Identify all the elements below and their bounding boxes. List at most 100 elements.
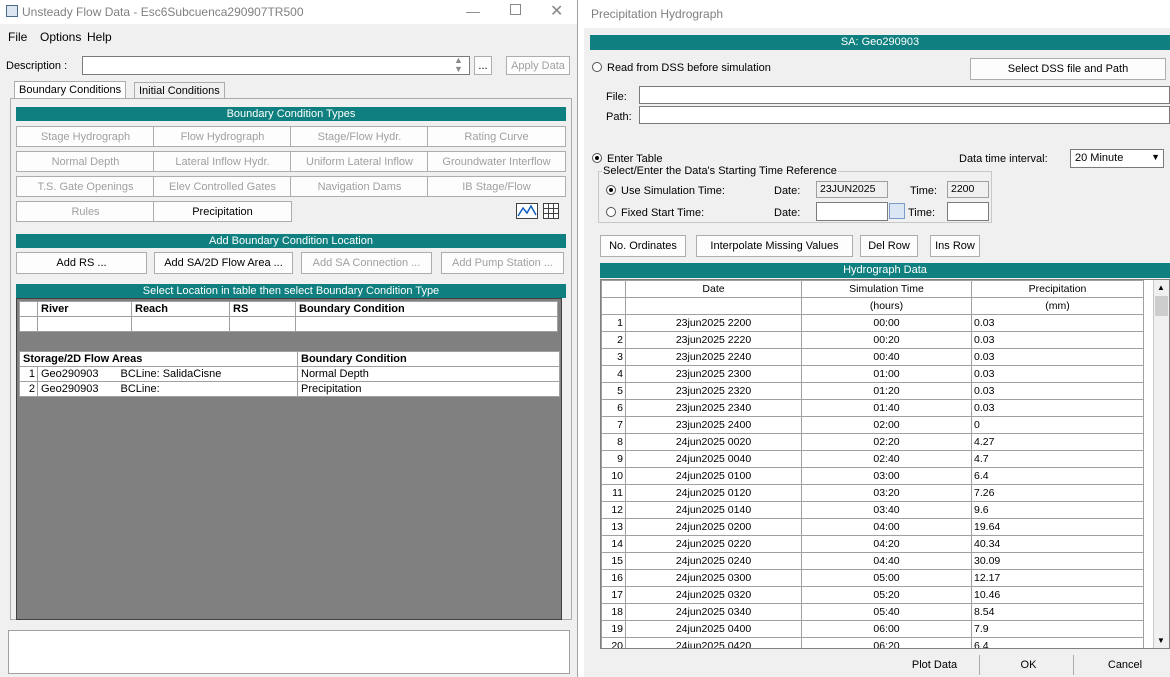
- fixed-date-input[interactable]: [816, 202, 888, 221]
- ok-button[interactable]: OK: [984, 655, 1074, 675]
- uniform-lateral-inflow-button[interactable]: Uniform Lateral Inflow: [290, 151, 429, 172]
- menu-help[interactable]: Help: [87, 30, 112, 44]
- interval-select[interactable]: 20 Minute ▼: [1070, 149, 1164, 168]
- grid-scrollbar[interactable]: ▲ ▼: [1153, 280, 1169, 648]
- table-row[interactable]: 7 23jun2025 2400 02:00 0: [601, 416, 1144, 434]
- precipitation-cell[interactable]: 0.03: [971, 314, 1144, 332]
- normal-depth-button[interactable]: Normal Depth: [16, 151, 155, 172]
- table-row[interactable]: 1 Geo290903 BCLine: SalidaCisne Normal D…: [19, 366, 560, 382]
- ib-stage-flow-button[interactable]: IB Stage/Flow: [427, 176, 566, 197]
- description-input[interactable]: [82, 56, 470, 75]
- table-grid-icon[interactable]: [543, 203, 559, 219]
- table-row[interactable]: 15 24jun2025 0240 04:40 30.09: [601, 552, 1144, 570]
- plot-data-button[interactable]: Plot Data: [890, 655, 980, 675]
- precipitation-cell[interactable]: 30.09: [971, 552, 1144, 570]
- precipitation-cell[interactable]: 0.03: [971, 399, 1144, 417]
- ins-row-button[interactable]: Ins Row: [930, 235, 980, 257]
- add-sa-2d-flow-area-button[interactable]: Add SA/2D Flow Area ...: [154, 252, 293, 274]
- no-ordinates-button[interactable]: No. Ordinates: [600, 235, 686, 257]
- fixed-time-input[interactable]: [947, 202, 989, 221]
- precipitation-cell[interactable]: 0.03: [971, 382, 1144, 400]
- precipitation-cell[interactable]: 9.6: [971, 501, 1144, 519]
- tab-boundary-conditions[interactable]: Boundary Conditions: [14, 81, 127, 98]
- spin-arrows-icon[interactable]: ▲ ▼: [454, 56, 463, 74]
- precipitation-cell[interactable]: 12.17: [971, 569, 1144, 587]
- flow-hydrograph-button[interactable]: Flow Hydrograph: [153, 126, 292, 147]
- scroll-up-icon[interactable]: ▲: [1157, 283, 1165, 292]
- scroll-thumb[interactable]: [1155, 296, 1168, 316]
- cancel-button[interactable]: Cancel: [1080, 655, 1170, 675]
- select-dss-button[interactable]: Select DSS file and Path: [970, 58, 1166, 80]
- add-sa-connection-button[interactable]: Add SA Connection ...: [301, 252, 432, 274]
- read-dss-option[interactable]: Read from DSS before simulation: [592, 62, 771, 74]
- precipitation-cell[interactable]: 10.46: [971, 586, 1144, 604]
- stage-hydrograph-button[interactable]: Stage Hydrograph: [16, 126, 155, 147]
- plot-chart-icon[interactable]: [516, 203, 538, 219]
- elev-controlled-gates-button[interactable]: Elev Controlled Gates: [153, 176, 292, 197]
- table-row[interactable]: 14 24jun2025 0220 04:20 40.34: [601, 535, 1144, 553]
- close-icon[interactable]: ✕: [550, 1, 563, 21]
- menu-options[interactable]: Options: [40, 30, 81, 44]
- precipitation-cell[interactable]: 6.4: [971, 637, 1144, 648]
- read-dss-radio-icon[interactable]: [592, 62, 602, 72]
- table-row[interactable]: 20 24jun2025 0420 06:20 6.4: [601, 637, 1144, 648]
- table-row[interactable]: 2 Geo290903 BCLine: Precipitation: [19, 381, 560, 397]
- menu-file[interactable]: File: [8, 30, 27, 44]
- interpolate-missing-button[interactable]: Interpolate Missing Values: [696, 235, 853, 257]
- table-row[interactable]: 11 24jun2025 0120 03:20 7.26: [601, 484, 1144, 502]
- enter-table-radio-icon[interactable]: [592, 153, 602, 163]
- groundwater-interflow-button[interactable]: Groundwater Interflow: [427, 151, 566, 172]
- add-rs-button[interactable]: Add RS ...: [16, 252, 147, 274]
- fixed-start-radio-icon[interactable]: [606, 207, 616, 217]
- use-sim-time-option[interactable]: Use Simulation Time:: [606, 185, 725, 197]
- precipitation-cell[interactable]: 4.7: [971, 450, 1144, 468]
- precipitation-cell[interactable]: 0.03: [971, 365, 1144, 383]
- table-row[interactable]: 3 23jun2025 2240 00:40 0.03: [601, 348, 1144, 366]
- table-row[interactable]: 4 23jun2025 2300 01:00 0.03: [601, 365, 1144, 383]
- ts-gate-openings-button[interactable]: T.S. Gate Openings: [16, 176, 155, 197]
- table-row[interactable]: 17 24jun2025 0320 05:20 10.46: [601, 586, 1144, 604]
- calendar-icon[interactable]: [889, 203, 905, 219]
- lateral-inflow-hydr-button[interactable]: Lateral Inflow Hydr.: [153, 151, 292, 172]
- precipitation-cell[interactable]: 40.34: [971, 535, 1144, 553]
- rating-curve-button[interactable]: Rating Curve: [427, 126, 566, 147]
- precipitation-cell[interactable]: 4.27: [971, 433, 1144, 451]
- table-row[interactable]: 2 23jun2025 2220 00:20 0.03: [601, 331, 1144, 349]
- table-row[interactable]: 19 24jun2025 0400 06:00 7.9: [601, 620, 1144, 638]
- table-row[interactable]: 9 24jun2025 0040 02:40 4.7: [601, 450, 1144, 468]
- table-row[interactable]: 5 23jun2025 2320 01:20 0.03: [601, 382, 1144, 400]
- precipitation-cell[interactable]: 0.03: [971, 348, 1144, 366]
- rules-button[interactable]: Rules: [16, 201, 155, 222]
- file-input[interactable]: [639, 86, 1170, 104]
- stage-flow-hydr-button[interactable]: Stage/Flow Hydr.: [290, 126, 429, 147]
- navigation-dams-button[interactable]: Navigation Dams: [290, 176, 429, 197]
- river-empty-row[interactable]: [19, 316, 558, 332]
- chevron-down-icon[interactable]: ▼: [1151, 152, 1160, 162]
- precipitation-button[interactable]: Precipitation: [153, 201, 292, 222]
- precipitation-cell[interactable]: 7.26: [971, 484, 1144, 502]
- use-sim-radio-icon[interactable]: [606, 185, 616, 195]
- minimize-icon[interactable]: —: [466, 3, 480, 19]
- precipitation-cell[interactable]: 0: [971, 416, 1144, 434]
- table-row[interactable]: 16 24jun2025 0300 05:00 12.17: [601, 569, 1144, 587]
- hydrograph-grid[interactable]: Date Simulation Time Precipitation (hour…: [600, 279, 1170, 649]
- add-pump-station-button[interactable]: Add Pump Station ...: [441, 252, 564, 274]
- tab-initial-conditions[interactable]: Initial Conditions: [134, 82, 225, 98]
- table-row[interactable]: 13 24jun2025 0200 04:00 19.64: [601, 518, 1144, 536]
- table-row[interactable]: 6 23jun2025 2340 01:40 0.03: [601, 399, 1144, 417]
- precipitation-cell[interactable]: 8.54: [971, 603, 1144, 621]
- precipitation-cell[interactable]: 6.4: [971, 467, 1144, 485]
- precipitation-cell[interactable]: 7.9: [971, 620, 1144, 638]
- table-row[interactable]: 1 23jun2025 2200 00:00 0.03: [601, 314, 1144, 332]
- table-row[interactable]: 10 24jun2025 0100 03:00 6.4: [601, 467, 1144, 485]
- maximize-icon[interactable]: [510, 4, 521, 15]
- scroll-down-icon[interactable]: ▼: [1157, 636, 1165, 645]
- browse-button[interactable]: ...: [474, 56, 492, 75]
- table-row[interactable]: 18 24jun2025 0340 05:40 8.54: [601, 603, 1144, 621]
- path-input[interactable]: [639, 106, 1170, 124]
- apply-data-button[interactable]: Apply Data: [506, 56, 570, 75]
- table-row[interactable]: 12 24jun2025 0140 03:40 9.6: [601, 501, 1144, 519]
- del-row-button[interactable]: Del Row: [860, 235, 918, 257]
- fixed-start-option[interactable]: Fixed Start Time:: [606, 207, 704, 219]
- enter-table-option[interactable]: Enter Table: [592, 153, 662, 165]
